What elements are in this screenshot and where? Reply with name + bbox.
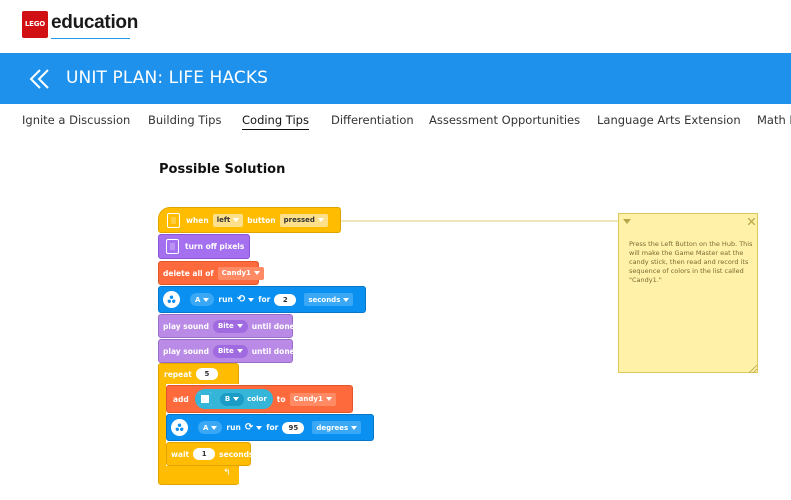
page-title: UNIT PLAN: LIFE HACKS (66, 68, 268, 88)
button-side-dropdown[interactable]: left (212, 213, 244, 227)
double-chevron-left-icon[interactable] (28, 67, 52, 91)
run-label: run (218, 295, 233, 304)
tab-bar: Ignite a Discussion Building Tips Coding… (0, 104, 791, 138)
repeat-footer: ↰ (166, 467, 239, 484)
motor-run-degrees-block[interactable]: A run ⟳ for 95 degrees (166, 414, 374, 441)
play-sound-label: play sound (163, 346, 209, 356)
for-label: for (266, 423, 279, 432)
direction-icon[interactable]: ⟳ (245, 422, 263, 433)
run-label: run (226, 423, 241, 432)
unit-banner: UNIT PLAN: LIFE HACKS (0, 53, 791, 104)
play-sound-block[interactable]: play sound Bite until done (158, 314, 295, 338)
loop-arrow-icon: ↰ (223, 468, 231, 478)
comment-note[interactable]: Press the Left Button on the Hub. This w… (618, 213, 758, 373)
port-dropdown[interactable]: A (198, 421, 223, 434)
section-title: Possible Solution (159, 162, 286, 177)
motor-icon (163, 291, 180, 308)
delete-all-label: delete all of (163, 268, 214, 278)
repeat-header: repeat 5 (160, 364, 222, 384)
tab-building-tips[interactable]: Building Tips (148, 113, 221, 127)
color-label: color (247, 395, 267, 403)
resize-handle-icon[interactable] (749, 365, 757, 373)
hub-icon (166, 239, 179, 254)
direction-icon[interactable]: ⟲ (237, 294, 255, 305)
motor-icon (171, 419, 188, 436)
tab-coding-tips[interactable]: Coding Tips (242, 113, 309, 130)
comment-text: Press the Left Button on the Hub. This w… (629, 240, 753, 284)
education-wordmark: education (51, 12, 139, 33)
unit-dropdown[interactable]: degrees (312, 421, 362, 434)
when-label: when (186, 215, 209, 225)
when-button-pressed-block[interactable]: when left button pressed (158, 207, 341, 233)
sensor-port-dropdown[interactable]: B (219, 392, 245, 406)
add-label: add (173, 394, 189, 404)
for-label: for (258, 295, 271, 304)
turn-off-pixels-block[interactable]: turn off pixels (158, 234, 250, 259)
color-sensor-reporter[interactable]: B color (194, 389, 273, 409)
to-label: to (276, 394, 286, 404)
wait-amount-input[interactable]: 1 (193, 448, 216, 460)
until-done-label: until done (251, 346, 295, 356)
lego-logo[interactable]: LEGO (22, 11, 48, 38)
add-to-list-block[interactable]: add B color to Candy1 (166, 385, 353, 413)
motor-run-seconds-block[interactable]: A run ⟲ for 2 seconds (158, 286, 366, 313)
tab-assessment-opportunities[interactable]: Assessment Opportunities (429, 113, 580, 127)
play-sound-block[interactable]: play sound Bite until done (158, 339, 295, 363)
triangle-down-icon[interactable] (623, 219, 631, 225)
delete-all-block[interactable]: delete all of Candy1 (158, 261, 264, 285)
play-sound-label: play sound (163, 321, 209, 331)
sound-dropdown[interactable]: Bite (212, 344, 248, 358)
tab-language-arts-extension[interactable]: Language Arts Extension (597, 113, 741, 127)
color-sensor-icon (197, 392, 212, 406)
tab-math-extension[interactable]: Math E (757, 113, 791, 127)
sound-dropdown[interactable]: Bite (212, 319, 248, 333)
list-dropdown[interactable]: Candy1 (289, 392, 336, 406)
seconds-label: seconds (219, 449, 254, 459)
until-done-label: until done (251, 321, 295, 331)
wait-label: wait (171, 449, 190, 459)
list-dropdown[interactable]: Candy1 (217, 266, 264, 280)
tab-ignite-discussion[interactable]: Ignite a Discussion (22, 113, 130, 127)
amount-input[interactable]: 95 (282, 421, 305, 434)
button-state-dropdown[interactable]: pressed (279, 213, 328, 227)
comment-connector (340, 220, 620, 222)
tab-differentiation[interactable]: Differentiation (331, 113, 414, 127)
port-dropdown[interactable]: A (190, 293, 215, 306)
hub-icon (167, 212, 180, 228)
turn-off-pixels-label: turn off pixels (185, 242, 245, 251)
close-icon[interactable] (748, 218, 755, 225)
repeat-label: repeat (164, 369, 192, 379)
button-label: button (247, 215, 276, 225)
amount-input[interactable]: 2 (274, 293, 297, 306)
repeat-count-input[interactable]: 5 (195, 368, 218, 380)
unit-dropdown[interactable]: seconds (304, 293, 354, 306)
logo-underline (51, 38, 130, 39)
wait-block[interactable]: wait 1 seconds (166, 442, 254, 466)
